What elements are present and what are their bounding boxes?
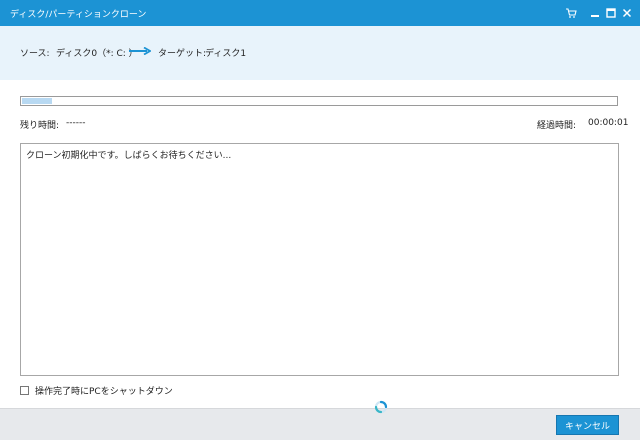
target-value: ディスク1 <box>205 49 247 59</box>
log-line: クローン初期化中です。しばらくお待ちください... <box>26 151 232 161</box>
close-icon[interactable] <box>618 4 636 22</box>
cancel-button[interactable]: キャンセル <box>556 415 619 435</box>
shutdown-checkbox[interactable] <box>20 386 29 395</box>
shutdown-checkbox-label: 操作完了時にPCをシャットダウン <box>35 387 173 397</box>
window-title: ディスク/パーティションクローン <box>10 10 147 20</box>
progress-bar <box>20 96 618 106</box>
loading-spinner-icon <box>374 400 388 414</box>
remaining-time-label: 残り時間: <box>20 121 60 131</box>
elapsed-time-value: 00:00:01 <box>588 118 629 128</box>
remaining-time-value: ------ <box>66 118 86 128</box>
elapsed-time-label: 経過時間: <box>537 121 577 131</box>
source-value: ディスク0（*: C: ） <box>56 49 138 59</box>
clone-summary-header: ソース: ディスク0（*: C: ） ターゲット: ディスク1 <box>0 26 640 80</box>
arrow-right-icon <box>129 46 152 58</box>
shutdown-option[interactable]: 操作完了時にPCをシャットダウン <box>20 384 173 397</box>
source-label: ソース: <box>20 49 50 59</box>
progress-bar-fill <box>22 98 52 104</box>
log-textarea[interactable]: クローン初期化中です。しばらくお待ちください... <box>20 143 619 376</box>
title-bar: ディスク/パーティションクローン <box>0 0 640 26</box>
target-label: ターゲット: <box>158 49 207 59</box>
footer-bar <box>0 408 640 440</box>
cart-icon[interactable] <box>562 4 580 22</box>
